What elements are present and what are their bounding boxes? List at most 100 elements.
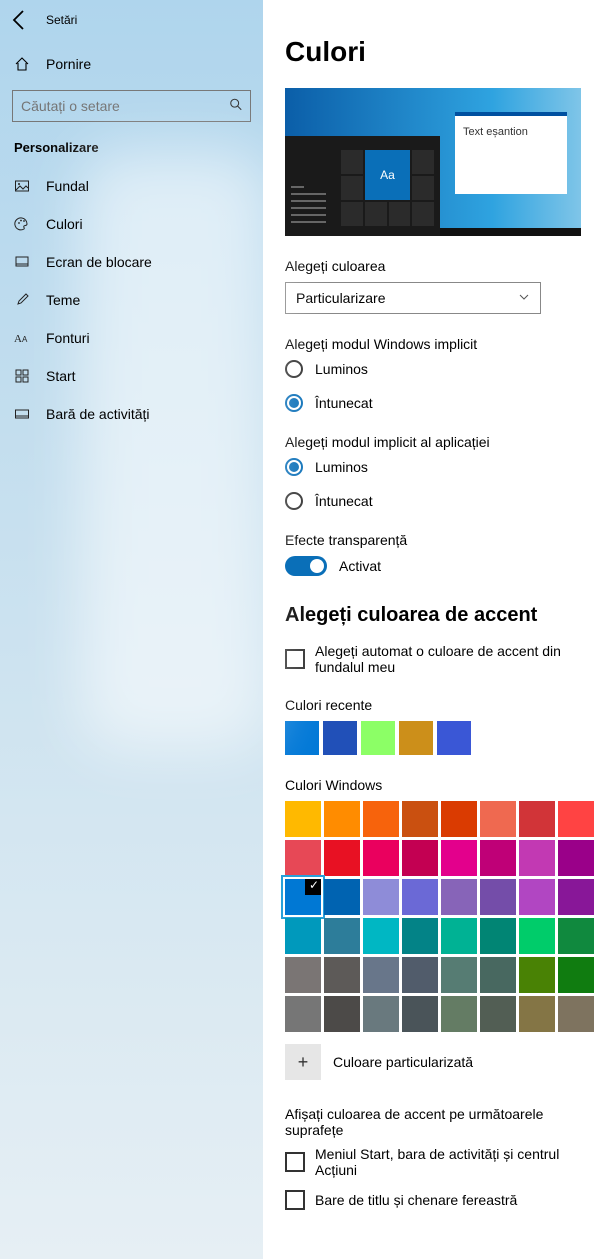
windows-color-swatch[interactable] — [324, 879, 360, 915]
windows-color-swatch[interactable] — [402, 801, 438, 837]
app-title: Setări — [46, 13, 77, 27]
recent-color-swatch[interactable] — [361, 721, 395, 755]
windows-color-swatch[interactable] — [402, 996, 438, 1032]
font-icon: AA — [14, 330, 32, 346]
checkbox-label: Meniul Start, bara de activități și cent… — [315, 1146, 590, 1178]
dropdown-value: Particularizare — [296, 290, 385, 306]
windows-color-swatch[interactable] — [324, 957, 360, 993]
nav-item-label: Fonturi — [46, 330, 90, 346]
surface-titlebar-checkbox[interactable]: Bare de titlu și chenare fereastră — [285, 1190, 590, 1210]
windows-color-swatch[interactable] — [480, 840, 516, 876]
windows-color-swatch[interactable] — [441, 996, 477, 1032]
windows-color-swatch[interactable] — [363, 840, 399, 876]
lockscreen-icon — [14, 254, 32, 270]
search-box[interactable] — [12, 90, 251, 122]
windows-color-swatch[interactable] — [324, 918, 360, 954]
checkbox-icon — [285, 1152, 305, 1172]
nav-item-start[interactable]: Start — [0, 357, 263, 395]
search-icon — [229, 98, 243, 115]
nav-item-background[interactable]: Fundal — [0, 167, 263, 205]
brush-icon — [14, 292, 32, 308]
nav-item-label: Teme — [46, 292, 80, 308]
nav-item-fonts[interactable]: AA Fonturi — [0, 319, 263, 357]
transparency-toggle[interactable] — [285, 556, 327, 576]
transparency-label: Efecte transparență — [285, 532, 590, 548]
search-input[interactable] — [12, 90, 251, 122]
chevron-down-icon — [518, 290, 530, 306]
windows-color-swatch[interactable] — [363, 801, 399, 837]
windows-color-swatch[interactable] — [441, 801, 477, 837]
windows-color-swatch[interactable] — [558, 918, 594, 954]
windows-color-swatch[interactable] — [402, 840, 438, 876]
recent-color-swatch[interactable] — [285, 721, 319, 755]
choose-color-dropdown[interactable]: Particularizare — [285, 282, 541, 314]
start-grid-icon — [14, 368, 32, 384]
windows-color-swatch[interactable] — [558, 996, 594, 1032]
windows-color-swatch[interactable] — [285, 918, 321, 954]
windows-color-swatch[interactable] — [519, 957, 555, 993]
windows-color-swatch[interactable] — [558, 840, 594, 876]
windows-color-swatch[interactable] — [324, 801, 360, 837]
surface-start-checkbox[interactable]: Meniul Start, bara de activități și cent… — [285, 1146, 590, 1178]
windows-colors-label: Culori Windows — [285, 777, 590, 793]
home-icon — [14, 56, 32, 72]
home-button[interactable]: Pornire — [0, 46, 263, 82]
windows-color-swatch[interactable] — [519, 918, 555, 954]
recent-color-swatch[interactable] — [399, 721, 433, 755]
windows-mode-dark[interactable]: Întunecat — [285, 394, 590, 412]
radio-label: Luminos — [315, 459, 368, 475]
windows-color-swatch[interactable] — [402, 957, 438, 993]
windows-color-swatch[interactable] — [519, 801, 555, 837]
windows-color-swatch[interactable] — [402, 918, 438, 954]
windows-color-swatch[interactable] — [285, 840, 321, 876]
windows-color-swatch[interactable] — [558, 879, 594, 915]
windows-color-swatch[interactable] — [519, 996, 555, 1032]
windows-color-swatch[interactable] — [324, 996, 360, 1032]
windows-color-swatch[interactable] — [441, 840, 477, 876]
windows-color-swatch[interactable] — [480, 957, 516, 993]
nav-item-colors[interactable]: Culori — [0, 205, 263, 243]
windows-color-swatch[interactable] — [363, 918, 399, 954]
windows-color-swatch[interactable] — [558, 957, 594, 993]
app-mode-dark[interactable]: Întunecat — [285, 492, 590, 510]
nav-item-themes[interactable]: Teme — [0, 281, 263, 319]
recent-color-swatch[interactable] — [323, 721, 357, 755]
windows-color-swatch[interactable] — [480, 996, 516, 1032]
radio-icon — [285, 360, 303, 378]
windows-color-swatch[interactable] — [363, 957, 399, 993]
radio-label: Întunecat — [315, 493, 373, 509]
nav-item-taskbar[interactable]: Bară de activități — [0, 395, 263, 433]
recent-colors-row — [285, 721, 590, 755]
radio-icon — [285, 458, 303, 476]
windows-color-swatch[interactable] — [285, 801, 321, 837]
windows-color-swatch[interactable] — [441, 918, 477, 954]
windows-color-swatch[interactable] — [402, 879, 438, 915]
windows-color-swatch[interactable] — [519, 879, 555, 915]
windows-color-swatch[interactable] — [285, 957, 321, 993]
windows-color-swatch[interactable] — [480, 801, 516, 837]
recent-color-swatch[interactable] — [437, 721, 471, 755]
nav-item-lockscreen[interactable]: Ecran de blocare — [0, 243, 263, 281]
preview-aa-tile: Aa — [365, 150, 411, 200]
windows-color-swatch[interactable] — [480, 918, 516, 954]
windows-color-swatch[interactable] — [441, 957, 477, 993]
windows-color-swatch[interactable] — [285, 879, 321, 915]
auto-accent-checkbox[interactable]: Alegeți automat o culoare de accent din … — [285, 643, 590, 675]
back-button[interactable] — [8, 8, 32, 32]
windows-color-swatch[interactable] — [324, 840, 360, 876]
windows-color-swatch[interactable] — [558, 801, 594, 837]
nav-item-label: Start — [46, 368, 76, 384]
app-mode-light[interactable]: Luminos — [285, 458, 590, 476]
windows-color-swatch[interactable] — [480, 879, 516, 915]
windows-color-swatch[interactable] — [285, 996, 321, 1032]
windows-color-swatch[interactable] — [363, 996, 399, 1032]
nav-item-label: Culori — [46, 216, 83, 232]
custom-color-button[interactable]: + — [285, 1044, 321, 1080]
windows-color-swatch[interactable] — [519, 840, 555, 876]
preview-window: Text eșantion — [455, 112, 567, 194]
windows-mode-light[interactable]: Luminos — [285, 360, 590, 378]
windows-color-swatch[interactable] — [441, 879, 477, 915]
windows-color-swatch[interactable] — [363, 879, 399, 915]
picture-icon — [14, 178, 32, 194]
surfaces-label: Afișați culoarea de accent pe următoarel… — [285, 1106, 590, 1138]
